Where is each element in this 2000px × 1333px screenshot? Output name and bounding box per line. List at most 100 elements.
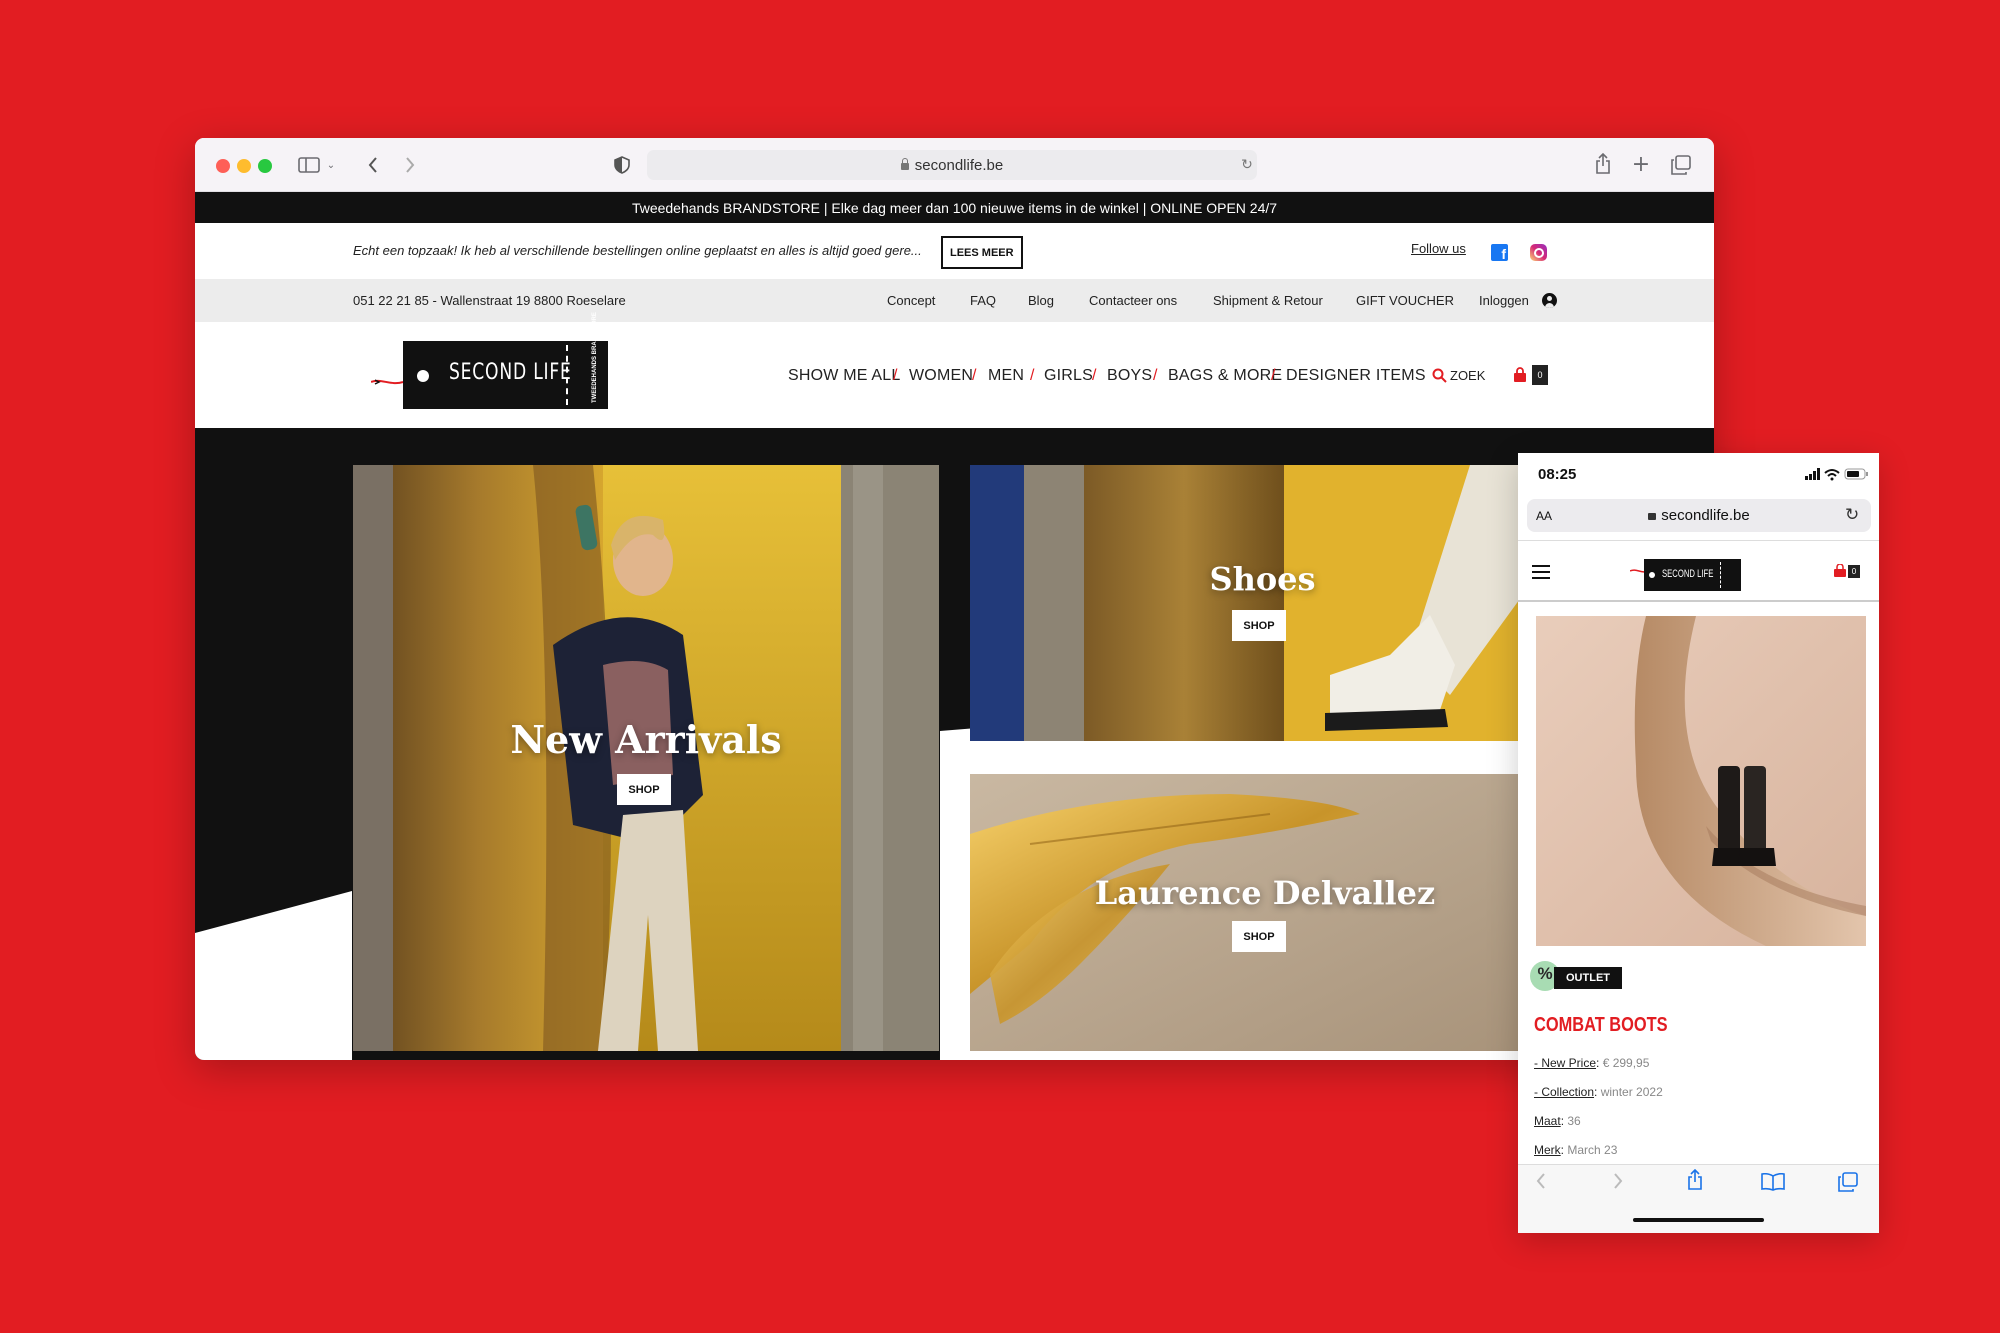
nav-designer-items[interactable]: DESIGNER ITEMS [1286,367,1426,385]
shield-icon[interactable] [612,154,632,176]
tile-laurence-delvallez[interactable]: Laurence Delvallez SHOP [970,774,1530,1051]
home-indicator[interactable] [1633,1218,1764,1222]
nav-separator: / [893,367,898,384]
sidebar-icon[interactable] [297,155,321,175]
review-quote: Echt een topzaak! Ik heb al verschillend… [353,243,922,258]
top-link-login[interactable]: Inloggen [1479,293,1529,308]
divider [1518,540,1879,541]
instagram-icon[interactable] [1530,244,1547,261]
mobile-phone-screen: 08:25 AA secondlife.be ↻ SECOND LIFE 0 %… [1518,453,1879,1233]
chevron-down-icon[interactable]: ⌄ [325,156,337,174]
detail-maat: Maat: 36 [1534,1114,1581,1128]
nav-separator: / [972,367,977,384]
tile-title-new-arrivals: New Arrivals [510,717,782,762]
tabs-icon[interactable] [1670,154,1692,176]
shoes-photo [970,465,1530,741]
minimize-window-button[interactable] [237,159,251,173]
store-address: 051 22 21 85 - Wallenstraat 19 8800 Roes… [353,293,626,308]
main-navigation: SECOND LIFE TWEEDEHANDS BRANDSTORE SHOW … [195,312,1714,428]
product-image[interactable] [1536,616,1866,946]
combat-boots-photo [1536,616,1866,946]
phone-url: secondlife.be [1661,507,1750,524]
phone-address-bar[interactable]: AA secondlife.be ↻ [1527,499,1871,532]
tile-title-laurence-delvallez: Laurence Delvallez [1094,874,1436,912]
back-icon[interactable] [363,153,383,177]
hero-section: New Arrivals SHOP Shoes SHOP Laurence De… [195,428,1714,1060]
nav-separator: / [1153,367,1158,384]
address-bar[interactable]: secondlife.be [647,150,1257,180]
maximize-window-button[interactable] [258,159,272,173]
bag-icon[interactable] [1513,367,1527,383]
nav-separator: / [1030,367,1035,384]
follow-us-link[interactable]: Follow us [1411,241,1466,256]
detail-label[interactable]: Merk [1534,1143,1561,1157]
facebook-icon[interactable]: f [1491,244,1508,261]
top-link-concept[interactable]: Concept [887,293,935,308]
nav-separator: / [1271,367,1276,384]
detail-collection: - Collection: winter 2022 [1534,1085,1663,1099]
info-bar: 051 22 21 85 - Wallenstraat 19 8800 Roes… [195,279,1714,322]
review-bar: Echt een topzaak! Ik heb al verschillend… [195,223,1714,279]
search-label[interactable]: ZOEK [1450,368,1485,383]
nav-women[interactable]: WOMEN [909,367,973,385]
logo-tag-hole [1649,572,1655,578]
announcement-text: Tweedehands BRANDSTORE | Elke dag meer d… [631,199,1278,216]
forward-icon[interactable] [1613,1173,1627,1193]
back-icon[interactable] [1536,1173,1550,1193]
forward-icon[interactable] [400,153,420,177]
detail-merk: Merk: March 23 [1534,1143,1618,1157]
detail-new-price: - New Price: € 299,95 [1534,1056,1650,1070]
detail-label[interactable]: Maat [1534,1114,1561,1128]
top-link-shipment[interactable]: Shipment & Retour [1213,293,1323,308]
browser-toolbar: ⌄ secondlife.be ↻ + [195,138,1714,192]
logo-text: SECOND LIFE [449,360,572,385]
desktop-browser-window: ⌄ secondlife.be ↻ + Tweedehands BRANDSTO… [195,138,1714,1060]
plus-icon[interactable]: + [1631,152,1651,177]
read-more-button[interactable]: LEES MEER [941,236,1023,269]
top-link-gift-voucher[interactable]: GIFT VOUCHER [1356,293,1454,308]
top-link-blog[interactable]: Blog [1028,293,1054,308]
status-icons [1803,467,1873,481]
detail-label[interactable]: - Collection [1534,1085,1594,1099]
nav-bags-more[interactable]: BAGS & MORE [1168,367,1282,385]
share-icon[interactable] [1686,1168,1706,1193]
share-icon[interactable] [1593,151,1613,177]
nav-girls[interactable]: GIRLS [1044,367,1093,385]
logo-side-text: TWEEDEHANDS BRANDSTORE [592,312,598,403]
logo-tag-hole [417,370,429,382]
phone-logo-text: SECOND LIFE [1662,568,1714,580]
shop-button-new-arrivals[interactable]: SHOP [617,774,671,805]
shop-button-laurence-delvallez[interactable]: SHOP [1232,921,1286,952]
tile-shoes[interactable]: Shoes SHOP [970,465,1530,741]
detail-label[interactable]: - New Price [1534,1056,1596,1070]
phone-site-logo[interactable]: SECOND LIFE [1644,559,1741,591]
nav-show-me-all[interactable]: SHOW ME ALL [788,367,900,385]
tile-title-shoes: Shoes [1209,560,1316,598]
reload-icon[interactable]: ↻ [1845,505,1859,525]
shop-button-shoes[interactable]: SHOP [1232,610,1286,641]
bookmarks-icon[interactable] [1761,1172,1785,1193]
nav-men[interactable]: MEN [988,367,1024,385]
tabs-icon[interactable] [1838,1172,1860,1194]
logo-perforation [1720,562,1721,588]
close-window-button[interactable] [216,159,230,173]
detail-value: winter 2022 [1600,1085,1663,1099]
tile-new-arrivals[interactable]: New Arrivals SHOP [353,465,939,1051]
top-link-faq[interactable]: FAQ [970,293,996,308]
site-logo[interactable]: SECOND LIFE TWEEDEHANDS BRANDSTORE [403,312,608,409]
hamburger-icon[interactable] [1532,565,1550,579]
read-more-label: LEES MEER [950,246,1014,259]
user-icon[interactable] [1542,293,1557,308]
top-link-contact[interactable]: Contacteer ons [1089,293,1177,308]
outlet-badge: OUTLET [1554,967,1622,989]
cart-count-badge[interactable]: 0 [1532,365,1548,385]
phone-cart-count[interactable]: 0 [1848,565,1860,578]
search-icon[interactable] [1432,368,1447,383]
divider [1518,600,1879,602]
reload-icon[interactable]: ↻ [1239,156,1255,174]
detail-value: 36 [1567,1114,1581,1128]
detail-value: March 23 [1567,1143,1618,1157]
phone-bottom-toolbar [1518,1164,1879,1233]
bag-icon[interactable] [1834,563,1846,577]
nav-boys[interactable]: BOYS [1107,367,1152,385]
